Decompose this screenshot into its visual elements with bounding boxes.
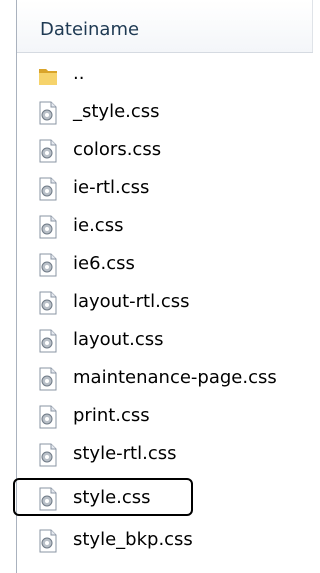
file-name: layout-rtl.css [73, 291, 190, 312]
css-file-icon [37, 366, 59, 392]
folder-icon [37, 62, 59, 88]
css-file-icon [37, 328, 59, 354]
file-list-pane[interactable]: Dateiname .. _style.css colors.css ie-rt… [16, 0, 313, 573]
css-file-icon [37, 176, 59, 202]
list-item[interactable]: layout-rtl.css [17, 284, 313, 320]
list-item[interactable]: colors.css [17, 132, 313, 168]
file-name: style.css [73, 487, 151, 508]
column-header-filename[interactable]: Dateiname [17, 0, 313, 53]
file-name: style-rtl.css [73, 443, 177, 464]
list-item-selected[interactable]: style.css [17, 480, 313, 516]
file-name: _style.css [73, 101, 160, 122]
list-item[interactable]: ie-rtl.css [17, 170, 313, 206]
file-name: .. [73, 63, 85, 84]
file-name: layout.css [73, 329, 164, 350]
list-item-parent-folder[interactable]: .. [17, 56, 313, 92]
list-item[interactable]: style-rtl.css [17, 436, 313, 472]
css-file-icon [37, 214, 59, 240]
list-item[interactable]: ie6.css [17, 246, 313, 282]
file-name: ie.css [73, 215, 124, 236]
column-header-label: Dateiname [40, 19, 140, 40]
css-file-icon [37, 486, 59, 512]
list-item[interactable]: ie.css [17, 208, 313, 244]
file-name: ie-rtl.css [73, 177, 150, 198]
file-name: ie6.css [73, 253, 135, 274]
css-file-icon [37, 290, 59, 316]
list-item[interactable]: style_bkp.css [17, 522, 313, 558]
list-item[interactable]: _style.css [17, 94, 313, 130]
list-item[interactable]: print.css [17, 398, 313, 434]
css-file-icon [37, 252, 59, 278]
css-file-icon [37, 138, 59, 164]
list-item[interactable]: maintenance-page.css [17, 360, 313, 396]
file-name: maintenance-page.css [73, 367, 277, 388]
file-name: print.css [73, 405, 150, 426]
css-file-icon [37, 100, 59, 126]
css-file-icon [37, 442, 59, 468]
file-name: style_bkp.css [73, 529, 193, 550]
column-divider[interactable] [312, 0, 313, 52]
list-item[interactable]: layout.css [17, 322, 313, 358]
file-name: colors.css [73, 139, 162, 160]
css-file-icon [37, 528, 59, 554]
css-file-icon [37, 404, 59, 430]
